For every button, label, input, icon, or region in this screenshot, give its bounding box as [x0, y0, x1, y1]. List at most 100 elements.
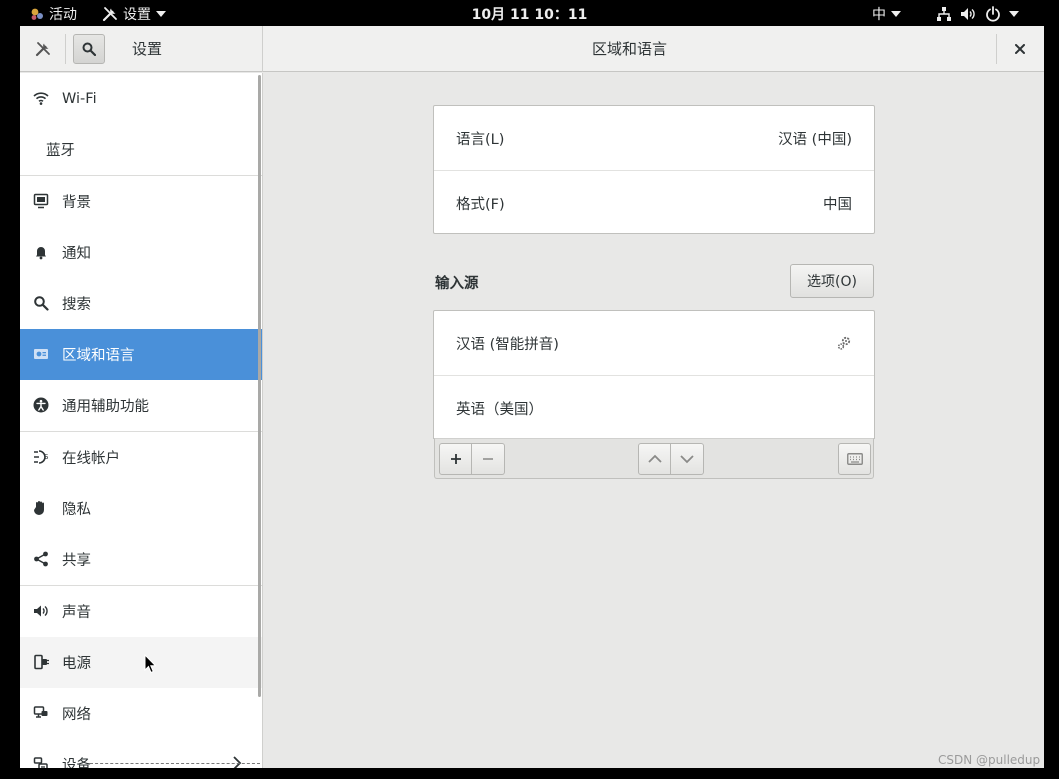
- activities-button[interactable]: 活动: [30, 0, 77, 27]
- speaker-icon: [34, 605, 48, 617]
- sidebar-item-label: 区域和语言: [62, 348, 135, 364]
- sidebar-item-label: 电源: [62, 656, 91, 672]
- formats-row[interactable]: 格式(F) 中国: [434, 171, 874, 235]
- tools-icon: [102, 6, 117, 21]
- input-sources-title: 输入源: [435, 276, 479, 292]
- sidebar-item-label: 搜索: [62, 297, 91, 313]
- input-source-row[interactable]: 汉语 (智能拼音): [434, 311, 874, 375]
- language-row[interactable]: 语言(L) 汉语 (中国): [434, 106, 874, 170]
- caret-down-icon: [891, 10, 901, 17]
- tools-icon: [35, 42, 50, 57]
- sidebar-item-notifications[interactable]: 通知: [20, 227, 262, 278]
- sidebar-item-label: 在线帐户: [62, 451, 120, 467]
- gnome-foot-icon: [31, 8, 43, 20]
- input-method-indicator[interactable]: 中: [872, 0, 901, 27]
- close-icon: [1015, 44, 1025, 54]
- sidebar-header: 设置: [20, 26, 263, 72]
- keyboard-icon: [846, 453, 863, 465]
- mouse-cursor-icon: [144, 654, 157, 674]
- share-icon: [34, 551, 48, 567]
- close-button[interactable]: [1005, 34, 1035, 64]
- sidebar-item-network[interactable]: 网络: [20, 688, 262, 739]
- options-button[interactable]: 选项(O): [790, 264, 874, 298]
- activities-label: 活动: [49, 6, 77, 23]
- input-sources-toolbar: [434, 438, 874, 479]
- app-menu-button[interactable]: 设置: [102, 0, 166, 27]
- formats-label: 格式(F): [456, 196, 505, 213]
- power-icon: [986, 5, 1000, 22]
- add-input-source-button[interactable]: [439, 443, 472, 475]
- sidebar-title: 设置: [132, 40, 163, 58]
- sidebar: Wi-Fi 蓝牙 背景 通知 搜索 区域和语言 通用辅助功能 S 在线帐户 隐私…: [20, 73, 263, 768]
- sidebar-item-bluetooth[interactable]: 蓝牙: [20, 124, 262, 175]
- language-label: 语言(L): [456, 131, 505, 148]
- input-source-label: 英语（美国）: [456, 401, 543, 418]
- focus-outline: [90, 763, 260, 764]
- move-up-button[interactable]: [638, 443, 671, 475]
- sidebar-item-label: 背景: [62, 195, 91, 211]
- sidebar-item-accessibility[interactable]: 通用辅助功能: [20, 380, 262, 431]
- header-separator: [65, 34, 66, 64]
- caret-down-icon: [1009, 10, 1019, 17]
- caret-down-icon: [156, 10, 166, 17]
- online-accounts-icon: S: [34, 450, 49, 464]
- sidebar-item-wifi[interactable]: Wi-Fi: [20, 73, 262, 124]
- input-source-row[interactable]: 英语（美国）: [434, 376, 874, 440]
- clock-label[interactable]: 10月 11 10：11: [472, 4, 588, 24]
- devices-icon: [33, 757, 48, 768]
- app-menu-label: 设置: [123, 6, 151, 23]
- hand-icon: [34, 501, 44, 515]
- watermark-text: CSDN @pulledup: [938, 753, 1041, 767]
- sidebar-item-label: 通用辅助功能: [62, 399, 149, 415]
- volume-icon: [961, 7, 975, 20]
- sidebar-item-label: 蓝牙: [46, 143, 75, 159]
- plus-icon: [450, 454, 461, 464]
- sidebar-item-label: 网络: [62, 707, 91, 723]
- accessibility-icon: [33, 397, 49, 413]
- background-icon: [33, 193, 49, 209]
- search-icon: [34, 296, 49, 311]
- sidebar-item-background[interactable]: 背景: [20, 176, 262, 227]
- wired-network-icon: [937, 6, 951, 21]
- language-value: 汉语 (中国): [778, 131, 852, 148]
- sidebar-item-sharing[interactable]: 共享: [20, 534, 262, 585]
- sidebar-item-label: 共享: [62, 553, 91, 569]
- show-keyboard-layout-button[interactable]: [838, 443, 871, 475]
- sidebar-item-region-language[interactable]: 区域和语言: [20, 329, 262, 380]
- gear-icon[interactable]: [836, 335, 852, 351]
- sidebar-item-privacy[interactable]: 隐私: [20, 483, 262, 534]
- sidebar-item-search[interactable]: 搜索: [20, 278, 262, 329]
- svg-text:S: S: [44, 453, 49, 461]
- sidebar-item-label: 声音: [62, 605, 91, 621]
- sidebar-item-label: 设备: [62, 758, 91, 768]
- top-bar: 活动 设置 10月 11 10：11 中: [0, 0, 1059, 27]
- bell-icon: [36, 247, 46, 260]
- settings-menu-button[interactable]: [28, 34, 58, 64]
- sidebar-item-sound[interactable]: 声音: [20, 586, 262, 637]
- power-plug-icon: [34, 654, 49, 670]
- sidebar-item-label: 隐私: [62, 502, 91, 518]
- sidebar-item-label: Wi-Fi: [62, 90, 97, 107]
- remove-input-source-button[interactable]: [472, 443, 505, 475]
- input-method-label: 中: [872, 6, 886, 23]
- header-separator: [996, 34, 997, 64]
- minus-icon: [483, 458, 493, 460]
- input-sources-list: 汉语 (智能拼音) 英语（美国）: [433, 310, 875, 439]
- chevron-down-icon: [680, 455, 694, 464]
- sidebar-item-online-accounts[interactable]: S 在线帐户: [20, 432, 262, 483]
- wifi-icon: [33, 92, 49, 105]
- page-title: 区域和语言: [591, 40, 667, 58]
- sidebar-item-label: 通知: [62, 246, 91, 262]
- search-toggle-button[interactable]: [73, 34, 105, 64]
- chevron-up-icon: [647, 454, 662, 463]
- flag-icon: [34, 349, 48, 359]
- network-icon: [33, 706, 48, 718]
- settings-window: 设置 区域和语言 Wi-Fi 蓝牙 背景 通知 搜索 区域和语言 通用辅助功能 …: [20, 26, 1044, 768]
- formats-value: 中国: [823, 196, 852, 213]
- move-down-button[interactable]: [671, 443, 704, 475]
- language-card: 语言(L) 汉语 (中国) 格式(F) 中国: [433, 105, 875, 234]
- sidebar-item-power[interactable]: 电源: [20, 637, 262, 688]
- system-status-menu[interactable]: [936, 0, 1019, 27]
- header-bar: 设置 区域和语言: [20, 26, 1044, 72]
- sidebar-scrollbar[interactable]: [258, 75, 261, 697]
